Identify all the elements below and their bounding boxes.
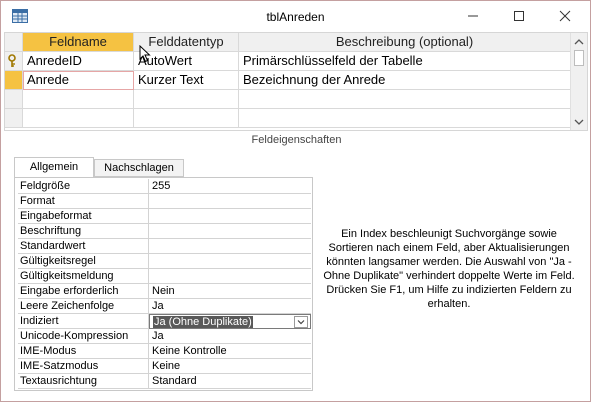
- property-value[interactable]: Nein: [149, 284, 311, 299]
- property-row[interactable]: IME-Satzmodus Keine: [18, 359, 311, 374]
- property-name: Feldgröße: [18, 179, 149, 194]
- row-selector[interactable]: [5, 90, 23, 109]
- field-properties-panel: Feldgröße 255 Format Eingabeformat Besch…: [14, 177, 313, 391]
- property-value[interactable]: Keine Kontrolle: [149, 344, 311, 359]
- property-name: Eingabeformat: [18, 209, 149, 224]
- cell-feldname[interactable]: [23, 90, 134, 109]
- property-row[interactable]: Gültigkeitsregel: [18, 254, 311, 269]
- cell-beschreibung[interactable]: [239, 109, 571, 128]
- property-name: Standardwert: [18, 239, 149, 254]
- property-name: IME-Modus: [18, 344, 149, 359]
- property-value[interactable]: [149, 209, 311, 224]
- property-row-indiziert[interactable]: Indiziert Ja (Ohne Duplikate): [18, 314, 311, 329]
- property-name: Unicode-Kompression: [18, 329, 149, 344]
- cell-datentyp[interactable]: [134, 90, 239, 109]
- cell-datentyp[interactable]: Kurzer Text: [134, 71, 239, 90]
- property-value[interactable]: [149, 194, 311, 209]
- property-row[interactable]: IME-Modus Keine Kontrolle: [18, 344, 311, 359]
- scroll-up-icon[interactable]: [574, 37, 584, 47]
- cell-feldname[interactable]: Anrede: [23, 71, 134, 90]
- row-selector[interactable]: [5, 109, 23, 128]
- tab-nachschlagen[interactable]: Nachschlagen: [94, 159, 184, 177]
- cell-datentyp[interactable]: [134, 109, 239, 128]
- table-row-empty[interactable]: [5, 109, 571, 128]
- field-design-grid: Feldname Felddatentyp Beschreibung (opti…: [4, 32, 588, 131]
- property-row[interactable]: Gültigkeitsmeldung: [18, 269, 311, 284]
- property-name: Indiziert: [18, 314, 149, 329]
- property-value[interactable]: Standard: [149, 374, 311, 389]
- vertical-scrollbar[interactable]: [570, 33, 587, 130]
- property-value[interactable]: Ja: [149, 329, 311, 344]
- property-value[interactable]: [149, 254, 311, 269]
- cell-beschreibung[interactable]: [239, 90, 571, 109]
- property-value[interactable]: Keine: [149, 359, 311, 374]
- row-selector-current[interactable]: [5, 71, 23, 90]
- tab-allgemein[interactable]: Allgemein: [14, 157, 94, 178]
- minimize-button[interactable]: [450, 1, 496, 31]
- scroll-down-icon[interactable]: [574, 117, 584, 127]
- property-name: Textausrichtung: [18, 374, 149, 389]
- property-value[interactable]: Ja: [149, 299, 311, 314]
- property-value[interactable]: [149, 239, 311, 254]
- title-bar[interactable]: tblAnreden: [1, 1, 590, 33]
- property-value[interactable]: 255: [149, 179, 311, 194]
- property-value[interactable]: [149, 224, 311, 239]
- table-row-empty[interactable]: [5, 90, 571, 109]
- property-name: Beschriftung: [18, 224, 149, 239]
- header-feldname[interactable]: Feldname: [23, 33, 134, 52]
- field-properties-label: Feldeigenschaften: [251, 134, 342, 146]
- header-beschreibung[interactable]: Beschreibung (optional): [239, 33, 571, 52]
- property-row[interactable]: Format: [18, 194, 311, 209]
- property-name: Eingabe erforderlich: [18, 284, 149, 299]
- property-name: Format: [18, 194, 149, 209]
- property-help-text: Ein Index beschleunigt Suchvorgänge sowi…: [323, 228, 575, 310]
- cell-feldname[interactable]: AnredeID: [23, 52, 134, 71]
- table-row[interactable]: Anrede Kurzer Text Bezeichnung der Anred…: [5, 71, 571, 90]
- primary-key-icon: [8, 54, 16, 67]
- property-row[interactable]: Unicode-Kompression Ja: [18, 329, 311, 344]
- table-design-window: tblAnreden Feldname Felddatentyp Beschre…: [0, 0, 591, 402]
- property-name: IME-Satzmodus: [18, 359, 149, 374]
- table-row[interactable]: AnredeID AutoWert Primärschlüsselfeld de…: [5, 52, 571, 71]
- property-name: Gültigkeitsregel: [18, 254, 149, 269]
- property-row[interactable]: Textausrichtung Standard: [18, 374, 311, 389]
- header-row-selector[interactable]: [5, 33, 23, 52]
- scrollbar-thumb[interactable]: [574, 50, 584, 66]
- cell-beschreibung[interactable]: Primärschlüsselfeld der Tabelle: [239, 52, 571, 71]
- property-name: Leere Zeichenfolge: [18, 299, 149, 314]
- cell-feldname[interactable]: [23, 109, 134, 128]
- row-selector[interactable]: [5, 52, 23, 71]
- chevron-down-icon: [297, 320, 305, 325]
- mouse-cursor-icon: [139, 45, 151, 63]
- property-row[interactable]: Eingabeformat: [18, 209, 311, 224]
- cell-beschreibung[interactable]: Bezeichnung der Anrede: [239, 71, 571, 90]
- property-row[interactable]: Feldgröße 255: [18, 179, 311, 194]
- property-value[interactable]: [149, 269, 311, 284]
- grid-header-row: Feldname Felddatentyp Beschreibung (opti…: [5, 33, 571, 52]
- dropdown-button[interactable]: [294, 316, 308, 328]
- property-row[interactable]: Beschriftung: [18, 224, 311, 239]
- property-row[interactable]: Standardwert: [18, 239, 311, 254]
- maximize-button[interactable]: [496, 1, 542, 31]
- selected-value: Ja (Ohne Duplikate): [153, 316, 253, 328]
- property-row[interactable]: Leere Zeichenfolge Ja: [18, 299, 311, 314]
- property-row[interactable]: Eingabe erforderlich Nein: [18, 284, 311, 299]
- close-button[interactable]: [542, 1, 588, 31]
- property-name: Gültigkeitsmeldung: [18, 269, 149, 284]
- indiziert-select[interactable]: Ja (Ohne Duplikate): [149, 314, 311, 329]
